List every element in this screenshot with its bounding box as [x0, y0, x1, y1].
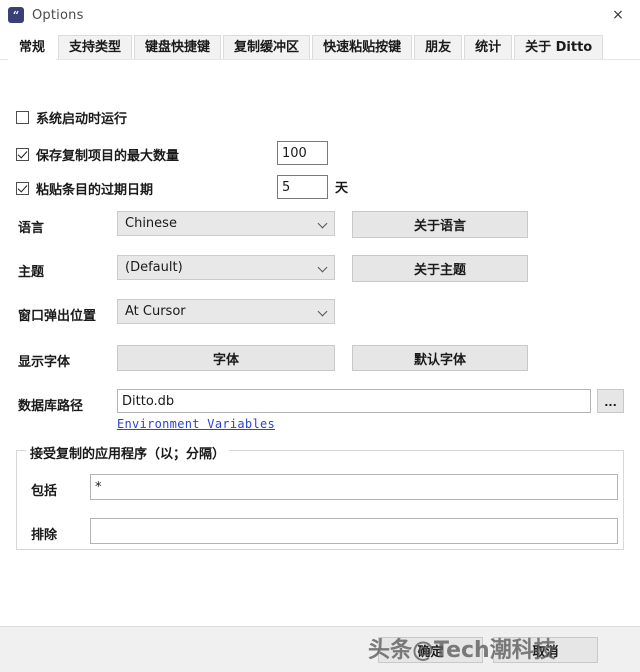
- expire-days-checkbox-row[interactable]: 粘贴条目的过期日期: [16, 179, 153, 198]
- popup-position-label: 窗口弹出位置: [18, 305, 96, 324]
- options-general-panel: 系统启动时运行 保存复制项目的最大数量 粘贴条目的过期日期 天 语言 Chine…: [0, 60, 640, 657]
- display-font-label: 显示字体: [18, 351, 70, 370]
- chevron-down-icon: [318, 307, 328, 317]
- ditto-quote-icon: “: [8, 7, 24, 23]
- max-items-checkbox-row[interactable]: 保存复制项目的最大数量: [16, 145, 179, 164]
- expire-days-label: 粘贴条目的过期日期: [36, 179, 153, 198]
- exclude-input[interactable]: [90, 518, 618, 544]
- language-label: 语言: [18, 217, 44, 236]
- close-icon[interactable]: ×: [596, 0, 640, 30]
- max-items-label: 保存复制项目的最大数量: [36, 145, 179, 164]
- about-theme-button[interactable]: 关于主题: [352, 255, 528, 282]
- window-title: Options: [32, 8, 84, 23]
- run-at-startup-checkbox-row[interactable]: 系统启动时运行: [16, 108, 127, 127]
- max-items-input[interactable]: [277, 141, 328, 165]
- db-path-label: 数据库路径: [18, 395, 83, 414]
- tab-keyboard-shortcuts[interactable]: 键盘快捷键: [134, 35, 221, 60]
- db-path-input[interactable]: [117, 389, 591, 413]
- font-button[interactable]: 字体: [117, 345, 335, 371]
- theme-value: (Default): [125, 260, 318, 275]
- tab-bar: 常规 支持类型 键盘快捷键 复制缓冲区 快速粘贴按键 朋友 统计 关于 Ditt…: [0, 30, 640, 60]
- popup-position-value: At Cursor: [125, 304, 318, 319]
- expire-days-unit-label: 天: [335, 177, 348, 196]
- tab-quick-paste-keys[interactable]: 快速粘贴按键: [312, 35, 412, 60]
- tab-statistics[interactable]: 统计: [464, 35, 512, 60]
- chevron-down-icon: [318, 219, 328, 229]
- run-at-startup-label: 系统启动时运行: [36, 108, 127, 127]
- accepted-apps-group-title: 接受复制的应用程序（以；分隔）: [26, 443, 229, 462]
- tab-general[interactable]: 常规: [8, 35, 56, 60]
- theme-combobox[interactable]: (Default): [117, 255, 335, 280]
- db-path-browse-button[interactable]: ...: [597, 389, 624, 413]
- default-font-button[interactable]: 默认字体: [352, 345, 528, 371]
- environment-variables-link[interactable]: Environment Variables: [117, 417, 275, 431]
- run-at-startup-checkbox[interactable]: [16, 111, 29, 124]
- tab-copy-buffers[interactable]: 复制缓冲区: [223, 35, 310, 60]
- language-value: Chinese: [125, 216, 318, 231]
- popup-position-combobox[interactable]: At Cursor: [117, 299, 335, 324]
- expire-days-checkbox[interactable]: [16, 182, 29, 195]
- expire-days-input[interactable]: [277, 175, 328, 199]
- dialog-footer: 确定 取消: [0, 626, 640, 672]
- title-bar: “ Options ×: [0, 0, 640, 30]
- chevron-down-icon: [318, 263, 328, 273]
- tab-about-ditto[interactable]: 关于 Ditto: [514, 35, 603, 60]
- about-language-button[interactable]: 关于语言: [352, 211, 528, 238]
- include-input[interactable]: [90, 474, 618, 500]
- theme-label: 主题: [18, 261, 44, 280]
- cancel-button[interactable]: 取消: [493, 637, 598, 663]
- exclude-label: 排除: [31, 524, 57, 543]
- include-label: 包括: [31, 480, 57, 499]
- language-combobox[interactable]: Chinese: [117, 211, 335, 236]
- ok-button[interactable]: 确定: [378, 637, 483, 663]
- max-items-checkbox[interactable]: [16, 148, 29, 161]
- tab-friends[interactable]: 朋友: [414, 35, 462, 60]
- tab-supported-types[interactable]: 支持类型: [58, 35, 132, 60]
